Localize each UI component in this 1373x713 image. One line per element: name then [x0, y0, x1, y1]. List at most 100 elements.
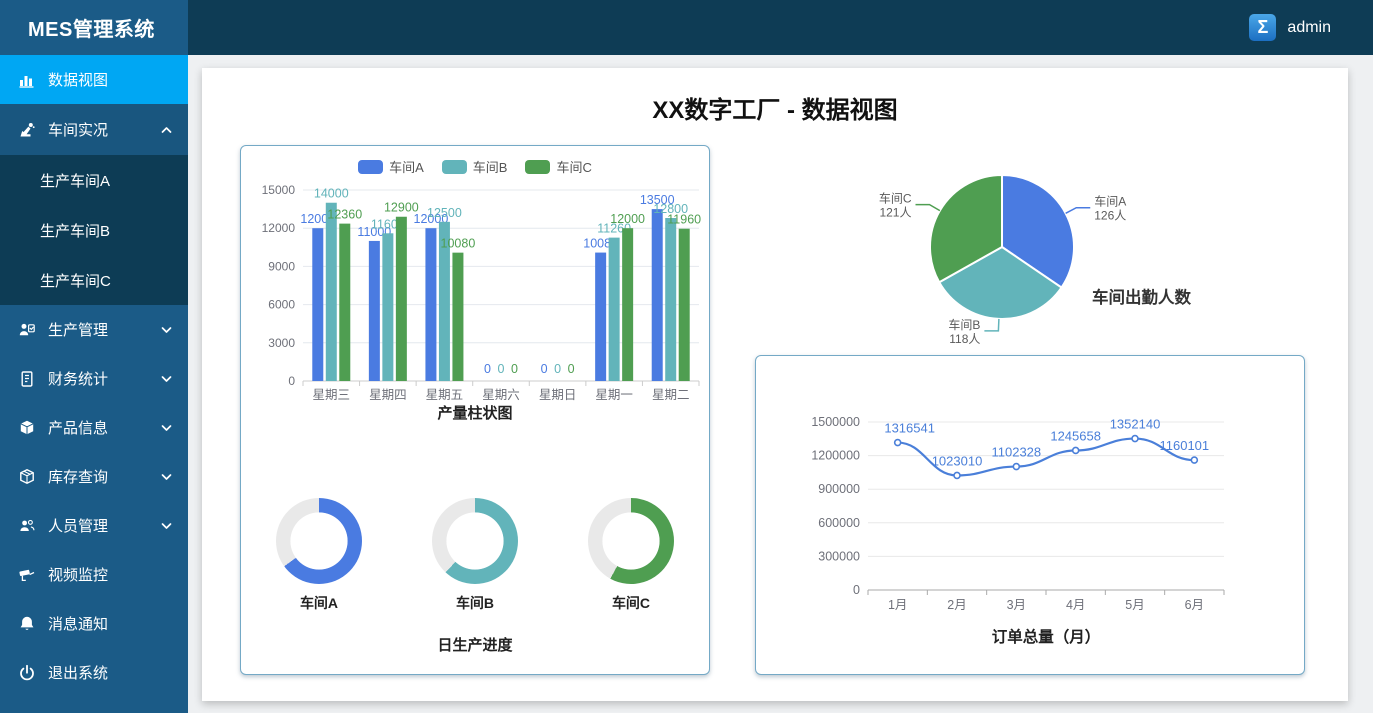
sidebar-item-inventory-query[interactable]: 库存查询 [0, 452, 188, 501]
production-panel: 车间A车间B车间C 03000600090001200015000星期三1200… [240, 145, 710, 675]
sidebar-subitem-workshop-b[interactable]: 生产车间B [0, 205, 188, 255]
sidebar-item-video-monitor[interactable]: 视频监控 [0, 550, 188, 599]
dashboard-card: XX数字工厂 - 数据视图 车间A车间B车间C 0300060009000120… [202, 68, 1348, 701]
sidebar-item-label: 生产管理 [48, 319, 108, 340]
chevron-down-icon [161, 522, 172, 530]
svg-text:星期二: 星期二 [652, 388, 690, 402]
svg-text:2月: 2月 [947, 598, 966, 612]
donut-label: 车间A [300, 593, 338, 613]
svg-text:车间出勤人数: 车间出勤人数 [1092, 287, 1192, 307]
username-label: admin [1287, 19, 1331, 37]
power-icon [17, 663, 37, 683]
sidebar-item-message-notify[interactable]: 消息通知 [0, 599, 188, 648]
chevron-down-icon [161, 375, 172, 383]
donut-ring [588, 498, 674, 584]
daily-progress-donuts: 车间A车间B车间C [241, 498, 709, 613]
svg-text:1316541: 1316541 [884, 421, 935, 436]
donut-ring [276, 498, 362, 584]
legend-swatch [442, 160, 467, 174]
users-icon [17, 516, 37, 536]
orders-line-chart: 0300000600000900000120000015000001月2月3月4… [756, 356, 1304, 674]
legend-item[interactable]: 车间B [442, 157, 508, 176]
legend-label: 车间A [389, 157, 424, 176]
sidebar-item-personnel-mgmt[interactable]: 人员管理 [0, 501, 188, 550]
sidebar-subitem-workshop-c[interactable]: 生产车间C [0, 255, 188, 305]
user-menu[interactable]: Σ admin [1249, 0, 1373, 55]
progress-donut: 车间C [588, 498, 674, 613]
chevron-down-icon [161, 326, 172, 334]
app-title-label: MES管理系统 [28, 13, 155, 42]
svg-text:星期三: 星期三 [313, 388, 351, 402]
svg-text:车间B: 车间B [948, 317, 980, 332]
chevron-up-icon [161, 126, 172, 134]
svg-text:车间C: 车间C [879, 191, 912, 206]
svg-text:14000: 14000 [314, 187, 349, 201]
sidebar-item-label: 退出系统 [48, 662, 108, 683]
progress-donut: 车间A [276, 498, 362, 613]
clipboard-user-icon [17, 320, 37, 340]
top-bar: MES管理系统 Σ admin [0, 0, 1373, 55]
sidebar-item-label: 消息通知 [48, 613, 108, 634]
sidebar-nav: 数据视图车间实况生产车间A生产车间B生产车间C 生产管理财务统计产品信息库存查询人… [0, 55, 188, 713]
svg-text:星期一: 星期一 [595, 388, 633, 402]
svg-text:1245658: 1245658 [1050, 428, 1101, 443]
svg-text:1023010: 1023010 [932, 453, 983, 468]
sidebar-item-production-mgmt[interactable]: 生产管理 [0, 305, 188, 354]
submenu-workshop-live: 生产车间A生产车间B生产车间C [0, 155, 188, 305]
svg-text:5月: 5月 [1125, 598, 1144, 612]
svg-text:6月: 6月 [1185, 598, 1204, 612]
chevron-down-icon [161, 424, 172, 432]
svg-text:1160101: 1160101 [1160, 438, 1210, 453]
svg-text:订单总量（月）: 订单总量（月） [992, 627, 1101, 646]
svg-text:121人: 121人 [879, 206, 911, 220]
svg-text:1352140: 1352140 [1110, 417, 1161, 432]
chevron-down-icon [161, 473, 172, 481]
sidebar-item-product-info[interactable]: 产品信息 [0, 403, 188, 452]
svg-text:6000: 6000 [268, 298, 295, 312]
svg-text:900000: 900000 [818, 482, 860, 496]
svg-text:10080: 10080 [441, 237, 476, 251]
svg-text:0: 0 [554, 362, 561, 376]
sidebar-item-workshop-live[interactable]: 车间实况 [0, 104, 188, 155]
svg-text:星期日: 星期日 [539, 388, 577, 402]
package-icon [17, 467, 37, 487]
svg-text:星期四: 星期四 [369, 388, 407, 402]
robot-arm-icon [17, 120, 37, 140]
svg-text:300000: 300000 [818, 549, 860, 563]
sidebar-item-finance-stats[interactable]: 财务统计 [0, 354, 188, 403]
sidebar-item-label: 车间实况 [48, 119, 108, 140]
bell-icon [17, 614, 37, 634]
svg-text:600000: 600000 [818, 516, 860, 530]
sidebar-item-label: 财务统计 [48, 368, 108, 389]
bar-chart-title: 产量柱状图 [241, 402, 709, 423]
cube-icon [17, 418, 37, 438]
attendance-pie-chart: 车间A126人车间B118人车间C121人车间出勤人数 [842, 163, 1322, 378]
legend-item[interactable]: 车间A [358, 157, 424, 176]
sidebar-item-logout[interactable]: 退出系统 [0, 648, 188, 697]
legend-item[interactable]: 车间C [525, 157, 591, 176]
svg-text:0: 0 [853, 583, 860, 597]
svg-text:12500: 12500 [427, 206, 462, 220]
donut-chart-title: 日生产进度 [241, 634, 709, 655]
bar-chart-legend: 车间A 车间B 车间C [241, 157, 709, 176]
sidebar-subitem-workshop-a[interactable]: 生产车间A [0, 155, 188, 205]
svg-text:星期六: 星期六 [482, 388, 520, 402]
donut-ring [432, 498, 518, 584]
legend-label: 车间B [473, 157, 508, 176]
orders-panel: 0300000600000900000120000015000001月2月3月4… [755, 355, 1305, 675]
svg-text:0: 0 [484, 362, 491, 376]
sidebar-item-data-view[interactable]: 数据视图 [0, 55, 188, 104]
svg-text:车间A: 车间A [1094, 194, 1126, 209]
donut-label: 车间C [612, 593, 650, 613]
sidebar-item-label: 库存查询 [48, 466, 108, 487]
svg-text:1500000: 1500000 [811, 415, 860, 429]
svg-text:3月: 3月 [1007, 598, 1026, 612]
svg-text:0: 0 [511, 362, 518, 376]
svg-text:12000: 12000 [610, 212, 645, 226]
sigma-icon: Σ [1249, 14, 1276, 41]
app-window: MES管理系统 Σ admin 数据视图车间实况生产车间A生产车间B生产车间C生… [0, 0, 1373, 713]
svg-text:0: 0 [288, 374, 295, 388]
sidebar-item-label: 产品信息 [48, 417, 108, 438]
svg-text:9000: 9000 [268, 259, 295, 273]
svg-text:0: 0 [541, 362, 548, 376]
